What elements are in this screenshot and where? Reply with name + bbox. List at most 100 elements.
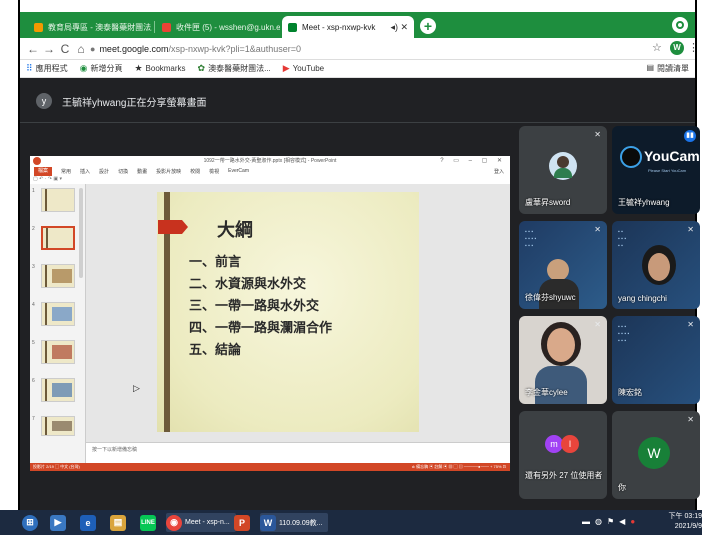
participant-background-text: ▪ ▪ ▪ ▪ ▪ ▪ ▪ ▪ ▪ ▪ <box>525 229 537 249</box>
ie-icon: e <box>80 514 96 531</box>
participant-photo-avatar <box>549 152 577 180</box>
taskbar-line[interactable]: LINE <box>140 513 156 532</box>
participant-body <box>535 366 587 404</box>
home-icon[interactable]: ⌂ <box>74 41 88 57</box>
ppt-status-left: 投影片 2/19 ▢ 中文 (台灣) <box>33 464 80 469</box>
ppt-tab-review: 校閱 <box>190 168 201 175</box>
thumb-number: 2 <box>32 226 35 232</box>
bookmark-bookmarks[interactable]: ★ Bookmarks <box>134 63 185 74</box>
start-button[interactable]: ⊞ <box>22 513 38 532</box>
browser-tab-2[interactable]: 收件匣 (5) - wsshen@g.ukn.edu... ✕ <box>156 16 280 38</box>
battery-icon[interactable]: ▬ <box>582 517 590 526</box>
bookmark-youtube[interactable]: ▶ YouTube <box>283 63 324 74</box>
explorer-icon: ▤ <box>110 514 126 531</box>
bookmark-site[interactable]: ✿ 澳泰醫藥財團法... <box>198 63 271 74</box>
bookmark-label: 新增分頁 <box>90 64 123 73</box>
ppt-tab-animations: 動畫 <box>137 168 148 175</box>
reading-list-label: 閱讀清單 <box>657 64 689 73</box>
lock-icon: ● <box>90 44 96 54</box>
mic-muted-icon: ✕ <box>594 320 601 329</box>
flag-icon[interactable]: ⚑ <box>607 517 614 526</box>
taskbar-word-doc[interactable]: W 110.09.09教... <box>260 513 329 532</box>
bookmark-label: 應用程式 <box>35 64 68 73</box>
ppt-tab-transitions: 切換 <box>118 168 129 175</box>
system-tray: ▬ ◍ ⚑ ◀ ● <box>582 517 635 526</box>
site-favicon-icon <box>34 22 43 32</box>
bookmark-star-icon[interactable]: ☆ <box>652 41 662 54</box>
others-avatar: l <box>561 435 579 453</box>
ppt-status-right: ≐ 備忘稿 ▣ 註解 ▣ ▦ ▢ ▤ ─────●─── + 75% ⊡ <box>411 464 506 469</box>
participant-name: 徐偉芬shyuwc <box>525 293 576 302</box>
participant-tile-self[interactable]: ✕ W 你 <box>612 411 700 499</box>
ppt-quick-access: ▢ ↶ · ↷ ▣ ▾ <box>33 176 62 182</box>
taskbar-powerpoint[interactable]: P <box>234 513 250 532</box>
participant-name: 李金華cylee <box>525 388 568 397</box>
taskbar-explorer[interactable]: ▤ <box>110 513 126 532</box>
slide-outline-item: 三、一帶一路與水外交 <box>189 299 320 314</box>
taskbar-chrome-meet[interactable]: ◉ Meet - xsp-n... <box>166 513 236 532</box>
account-avatar[interactable]: W <box>670 41 684 55</box>
slide-thumbnail-selected <box>41 226 75 250</box>
ppt-tab-home: 常用 <box>61 168 72 175</box>
star-icon: ★ <box>134 63 143 73</box>
bookmark-label: YouTube <box>292 64 325 73</box>
participant-tile-sword[interactable]: ✕ 盧華昇sword <box>519 126 607 214</box>
participant-name: 你 <box>618 483 626 492</box>
address-bar[interactable]: ● meet.google.com/xsp-nxwp-kvk?pli=1&aut… <box>90 41 650 57</box>
participant-name: 陳宏銘 <box>618 388 642 397</box>
new-tab-button[interactable]: + <box>420 18 436 34</box>
bookmark-new-tab[interactable]: ◉ 新增分頁 <box>80 63 123 74</box>
tab-title: 收件匣 (5) - wsshen@g.ukn.edu... <box>176 22 280 32</box>
ppt-title-bar: 1092一帶一路水外交-黃聖淑作.pptx [相容模式] - PowerPoin… <box>30 156 510 166</box>
slide-thumbnail <box>41 416 75 436</box>
menu-kebab-icon[interactable]: ⋮ <box>688 41 699 54</box>
banner-divider <box>20 122 695 123</box>
mic-muted-icon: ✕ <box>594 130 601 139</box>
slide-outline-item: 五、結論 <box>189 343 242 358</box>
participant-background-text: ▪ ▪ ▪ ▪ ▪ ▪ ▪ ▪ ▪ ▪ <box>618 324 630 344</box>
apps-grid-icon: ⠿ <box>26 63 33 73</box>
volume-icon[interactable]: ◀ <box>619 517 625 526</box>
taskbar-clock[interactable]: 下午 03:19 2021/9/9 <box>666 512 702 532</box>
antivirus-icon[interactable]: ● <box>630 517 635 526</box>
taskbar-item-label: 110.09.09教... <box>279 519 323 527</box>
reload-icon[interactable]: C <box>58 41 72 57</box>
word-icon: W <box>260 514 276 531</box>
tab-close-icon[interactable]: ◂) ✕ <box>390 22 408 33</box>
slide-outline-item: 一、前言 <box>189 255 242 270</box>
media-player-icon: ▶ <box>50 514 66 531</box>
powerpoint-app-icon <box>33 157 41 165</box>
bookmark-apps[interactable]: ⠿ 應用程式 <box>26 63 68 74</box>
url-host: meet.google.com <box>99 44 169 54</box>
taskbar-ie[interactable]: e <box>80 513 96 532</box>
participant-tile-yhwang[interactable]: ▮▮ YouCam Please Start YouCam 王毓祥yhwang <box>612 126 700 214</box>
network-icon[interactable]: ◍ <box>595 517 602 526</box>
chrome-icon: ◉ <box>166 514 182 531</box>
ppt-tab-slideshow: 投影片放映 <box>156 168 182 175</box>
youcam-subtitle: Please Start YouCam <box>648 168 687 173</box>
site-icon: ✿ <box>197 63 206 73</box>
participant-tile-others[interactable]: m l 還有另外 27 位使用者 <box>519 411 607 499</box>
reading-list[interactable]: ▤ 閱讀清單 <box>646 63 689 74</box>
participant-tile-shyuwc[interactable]: ✕ ▪ ▪ ▪ ▪ ▪ ▪ ▪ ▪ ▪ ▪ 徐偉芬shyuwc <box>519 221 607 309</box>
thumb-number: 1 <box>32 188 35 194</box>
participant-tile-cylee[interactable]: ✕ 李金華cylee <box>519 316 607 404</box>
taskbar-media-player[interactable]: ▶ <box>50 513 66 532</box>
presenter-avatar: y <box>36 93 52 109</box>
slide-thumbnail <box>41 378 75 402</box>
ppt-tab-insert: 插入 <box>80 168 91 175</box>
forward-arrow-icon[interactable]: → <box>42 41 56 57</box>
browser-tab-meet[interactable]: Meet - xsp-nxwp-kvk ◂) ✕ <box>282 16 414 38</box>
mouse-cursor-icon: ▷ <box>133 383 140 393</box>
chrome-profile-icon[interactable] <box>672 17 688 33</box>
windows-taskbar: ⊞ ▶ e ▤ LINE ◉ Meet - xsp-n... P W 110.0… <box>0 510 702 535</box>
self-avatar: W <box>638 437 670 469</box>
participant-tile-yang-chingchi[interactable]: ✕ ▪ ▪ ▪ ▪ ▪ ▪ ▪ yang chingchi <box>612 221 700 309</box>
participant-tile-screen[interactable]: ✕ ▪ ▪ ▪ ▪ ▪ ▪ ▪ ▪ ▪ ▪ 陳宏銘 <box>612 316 700 404</box>
browser-tab-1[interactable]: 教育局專區 - 澳泰醫藥財團法人... ✕ <box>28 16 152 38</box>
participant-background-text: ▪ ▪ ▪ ▪ ▪ ▪ ▪ <box>618 229 627 249</box>
ppt-tab-file: 檔案 <box>34 166 53 176</box>
url-path: /xsp-nxwp-kvk?pli=1&authuser=0 <box>168 44 302 54</box>
back-arrow-icon[interactable]: ← <box>26 41 40 57</box>
ppt-sign-in: 登入 <box>493 168 504 175</box>
